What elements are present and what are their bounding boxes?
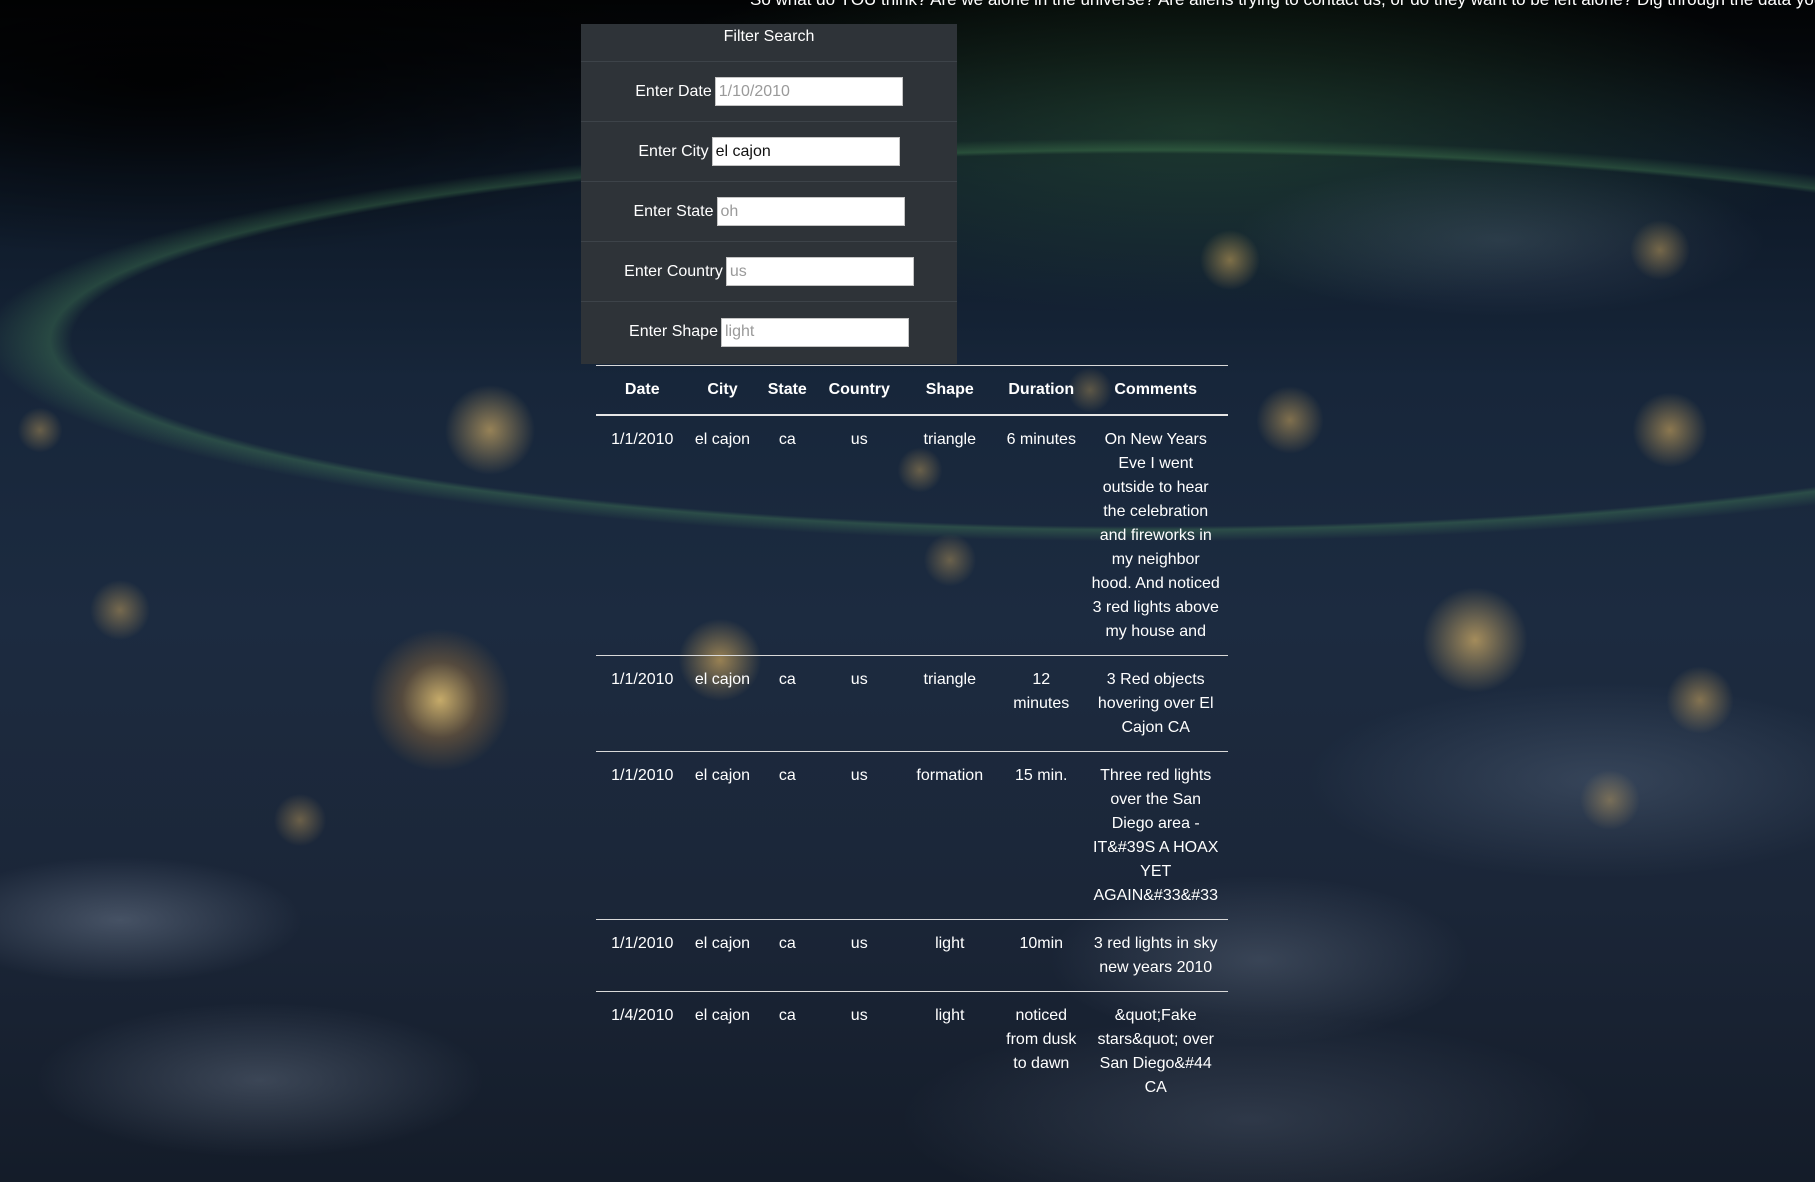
cell-comments: 3 red lights in sky new years 2010 [1083,919,1228,992]
cell-state: ca [756,415,819,656]
filter-row-date: Enter Date [581,62,957,122]
filter-panel: Filter Search Enter Date Enter City Ente… [581,24,957,364]
cell-state: ca [756,751,819,920]
table-row: 1/1/2010 el cajon ca us light 10min 3 re… [596,919,1228,992]
cell-duration: 10min [999,919,1084,992]
cell-city: el cajon [688,415,757,656]
header-shape: Shape [900,365,1000,416]
cell-state: ca [756,655,819,752]
cell-country: us [818,415,901,656]
country-label: Enter Country [624,262,723,280]
filter-row-shape: Enter Shape [581,302,957,362]
cell-city: el cajon [694,1007,751,1024]
cell-country: us [850,1007,868,1024]
date-input[interactable] [714,77,903,106]
header-duration: Duration [999,365,1084,416]
shape-input[interactable] [720,317,909,347]
country-input[interactable] [725,257,914,286]
cell-shape: formation [900,751,1000,920]
table-row: 1/4/2010 el cajon ca us light noticed fr… [596,992,1228,1112]
cell-state: ca [756,919,819,992]
cell-date: 1/1/2010 [596,655,689,752]
cell-state: ca [778,1007,796,1024]
cell-date: 1/4/2010 [611,1007,674,1024]
cell-date: 1/1/2010 [596,415,689,656]
city-label: Enter City [638,142,709,160]
cell-shape: light [935,1007,965,1024]
filter-row-state: Enter State [581,182,957,242]
header-date: Date [596,365,689,416]
city-input[interactable] [711,137,900,166]
header-city: City [688,365,757,416]
cell-date: 1/1/2010 [596,751,689,920]
shape-label: Enter Shape [629,323,718,340]
cell-country: us [818,751,901,920]
table-row: 1/1/2010 el cajon ca us triangle 12 minu… [596,655,1228,752]
cell-shape: light [900,919,1000,992]
header-comments: Comments [1083,365,1228,416]
state-label: Enter State [633,202,714,220]
cell-country: us [818,655,901,752]
header-country: Country [818,365,901,416]
table-row: 1/1/2010 el cajon ca us formation 15 min… [596,751,1228,920]
table-header-row: Date City State Country Shape Duration C… [596,365,1228,416]
cell-duration: 12 minutes [999,655,1084,752]
date-label: Enter Date [635,82,712,100]
header-state: State [756,365,819,416]
state-input[interactable] [716,197,905,226]
intro-text: So what do YOU think? Are we alone in th… [750,0,1815,10]
cell-city: el cajon [688,751,757,920]
ufo-results-table: Date City State Country Shape Duration C… [596,365,1228,1111]
filter-row-city: Enter City [581,122,957,182]
cell-city: el cajon [688,655,757,752]
cell-duration: 6 minutes [999,415,1084,656]
cell-comments: &quot;Fake stars&quot; over San Diego&#4… [1097,1007,1214,1096]
cell-country: us [818,919,901,992]
cell-duration: 15 min. [999,751,1084,920]
cell-date: 1/1/2010 [596,919,689,992]
cell-shape: triangle [900,655,1000,752]
table-row: 1/1/2010 el cajon ca us triangle 6 minut… [596,415,1228,656]
cell-duration: noticed from dusk to dawn [1006,1007,1077,1072]
filter-row-country: Enter Country [581,242,957,302]
cell-comments: On New Years Eve I went outside to hear … [1083,415,1228,656]
cell-shape: triangle [900,415,1000,656]
cell-city: el cajon [688,919,757,992]
cell-comments: Three red lights over the San Diego area… [1083,751,1228,920]
cell-comments: 3 Red objects hovering over El Cajon CA [1083,655,1228,752]
filter-title: Filter Search [581,24,957,62]
